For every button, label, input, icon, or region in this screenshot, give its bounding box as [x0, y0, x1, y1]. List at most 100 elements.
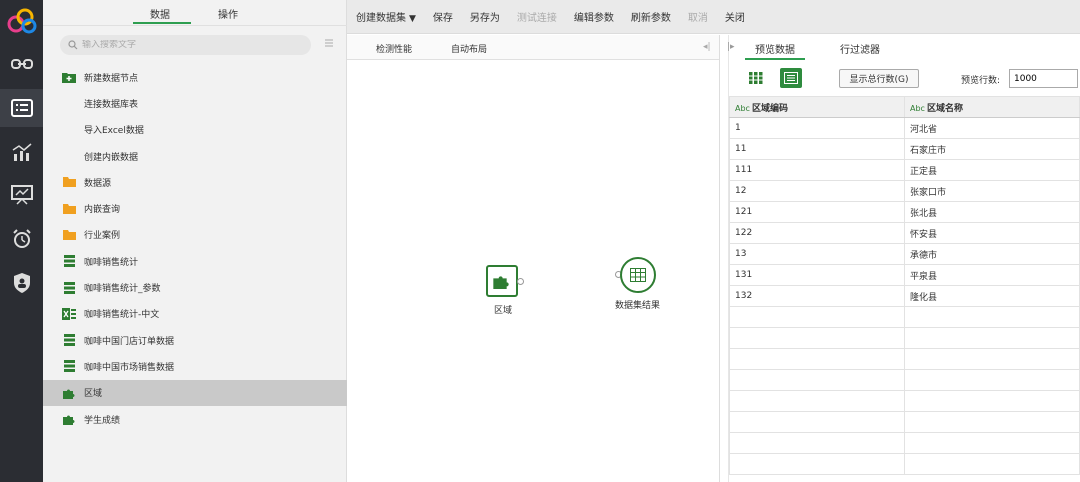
create-dataset-button[interactable]: 创建数据集 ▼ — [356, 9, 416, 24]
table-cell[interactable]: 河北省 — [904, 117, 1080, 139]
expand-icon[interactable]: |▸ — [727, 42, 735, 52]
collapse-icon[interactable]: ◂| — [703, 42, 711, 52]
table-row[interactable]: 131 平泉县 — [729, 264, 1080, 286]
tab-preview-data[interactable]: 预览数据 — [755, 41, 795, 56]
table-cell[interactable]: 1 — [729, 117, 905, 139]
table-cell[interactable]: 正定县 — [904, 159, 1080, 181]
column-header-region-code[interactable]: Abc 区域编码 — [729, 96, 905, 118]
table-cell[interactable]: 11 — [729, 138, 905, 160]
table-row[interactable]: 11 石家庄市 — [729, 138, 1080, 160]
table-cell[interactable]: 111 — [729, 159, 905, 181]
refresh-params-button[interactable]: 刷新参数 — [631, 9, 671, 24]
table-cell[interactable]: 121 — [729, 201, 905, 223]
check-performance-button[interactable]: 检测性能 — [376, 42, 412, 55]
rail-dataset-icon[interactable] — [0, 89, 43, 127]
tree-item-selected[interactable]: 区域 — [43, 379, 347, 406]
show-total-rows-button[interactable]: 显示总行数(G) — [839, 69, 919, 88]
rail-security-icon[interactable] — [0, 264, 43, 302]
table-cell[interactable]: 石家庄市 — [904, 138, 1080, 160]
tree-item-label: 连接数据库表 — [84, 99, 139, 110]
preview-splitter[interactable] — [721, 35, 729, 482]
table-cell[interactable]: 131 — [729, 264, 905, 286]
table-cell[interactable]: 张家口市 — [904, 180, 1080, 202]
tree-item[interactable]: 内嵌查询 — [43, 195, 347, 221]
region-node[interactable] — [486, 265, 518, 297]
result-node[interactable] — [620, 257, 656, 293]
result-node-label: 数据集结果 — [615, 301, 661, 311]
tree-item[interactable]: 咖啡销售统计 — [43, 248, 347, 274]
preview-rows-input[interactable] — [1009, 69, 1078, 88]
table-cell-empty — [729, 411, 905, 433]
test-connection-button[interactable]: 测试连接 — [517, 9, 557, 24]
tree-item[interactable]: 新建数据节点 — [43, 64, 347, 90]
rail-connect-icon[interactable] — [0, 45, 43, 83]
table-cell-empty — [729, 369, 905, 391]
table-row[interactable]: 132 隆化县 — [729, 285, 1080, 307]
tree-item[interactable]: 咖啡中国市场销售数据 — [43, 353, 347, 379]
tree-item[interactable]: 导入Excel数据 — [43, 117, 347, 143]
app-logo-icon[interactable] — [5, 4, 39, 38]
save-button[interactable]: 保存 — [433, 9, 453, 24]
tree-item[interactable]: 行业案例 — [43, 222, 347, 248]
cancel-button[interactable]: 取消 — [688, 9, 708, 24]
search-input[interactable] — [82, 40, 282, 50]
edit-params-button[interactable]: 编辑参数 — [574, 9, 614, 24]
table-cell[interactable]: 平泉县 — [904, 264, 1080, 286]
table-row[interactable]: 121 张北县 — [729, 201, 1080, 223]
menu-icon[interactable] — [325, 38, 333, 48]
tree-item[interactable]: 学生成绩 — [43, 406, 347, 432]
table-cell[interactable]: 13 — [729, 243, 905, 265]
table-cell-empty — [729, 327, 905, 349]
table-row[interactable]: 122 怀安县 — [729, 222, 1080, 244]
table-cell[interactable]: 隆化县 — [904, 285, 1080, 307]
tree-item[interactable]: 咖啡销售统计_参数 — [43, 274, 347, 300]
tree-item[interactable]: 咖啡销售统计-中文 — [43, 301, 347, 327]
rail-dashboard-icon[interactable] — [0, 176, 43, 214]
tab-data[interactable]: 数据 — [150, 6, 170, 21]
tree-item-label: 数据源 — [84, 178, 112, 189]
table-row-empty — [729, 306, 1080, 328]
column-header-region-name[interactable]: Abc 区域名称 — [904, 96, 1080, 118]
rail-alarm-icon[interactable] — [0, 220, 43, 258]
rail-chart-icon[interactable] — [0, 133, 43, 171]
search-box — [60, 35, 311, 55]
folder-icon — [62, 202, 76, 216]
table-cell[interactable]: 12 — [729, 180, 905, 202]
save-as-button[interactable]: 另存为 — [470, 9, 500, 24]
table-cell[interactable]: 张北县 — [904, 201, 1080, 223]
table-row[interactable]: 12 张家口市 — [729, 180, 1080, 202]
tab-underline — [745, 58, 805, 60]
table-cell[interactable]: 122 — [729, 222, 905, 244]
flow-canvas[interactable]: 检测性能 自动布局 ◂| 区域 数据集结果 — [347, 35, 720, 482]
table-cell-empty — [729, 348, 905, 370]
table-row-empty — [729, 411, 1080, 433]
table-row[interactable]: 111 正定县 — [729, 159, 1080, 181]
tab-row-filter[interactable]: 行过滤器 — [840, 41, 880, 56]
tree-item-label: 内嵌查询 — [84, 205, 121, 216]
tree-item[interactable]: 咖啡中国门店订单数据 — [43, 327, 347, 353]
tree-item[interactable]: 数据源 — [43, 169, 347, 195]
table-row[interactable]: 13 承德市 — [729, 243, 1080, 265]
table-cell[interactable]: 怀安县 — [904, 222, 1080, 244]
output-port[interactable] — [517, 278, 524, 285]
list-view-button[interactable] — [780, 68, 802, 88]
table-cell-empty — [729, 453, 905, 475]
folder-icon — [62, 228, 76, 242]
tree-item-label: 学生成绩 — [84, 415, 121, 426]
table-cell-empty — [904, 411, 1080, 433]
table-row[interactable]: 1 河北省 — [729, 117, 1080, 139]
tree-item[interactable]: 创建内嵌数据 — [43, 143, 347, 169]
puzzle-icon — [62, 412, 76, 426]
close-button[interactable]: 关闭 — [725, 9, 745, 24]
tree-item[interactable]: 连接数据库表 — [43, 90, 347, 116]
tree-item-label: 咖啡销售统计_参数 — [84, 284, 161, 295]
table-cell[interactable]: 承德市 — [904, 243, 1080, 265]
tree-item-label: 行业案例 — [84, 231, 121, 242]
tab-operate[interactable]: 操作 — [218, 6, 238, 21]
grid-view-button[interactable] — [745, 68, 767, 88]
table-cell-empty — [904, 453, 1080, 475]
auto-layout-button[interactable]: 自动布局 — [451, 42, 487, 55]
preview-panel: |▸ 预览数据 行过滤器 显示总行数(G) 预览行数: Abc区域编码 Abc区… — [721, 35, 1080, 482]
table-cell[interactable]: 132 — [729, 285, 905, 307]
folder-icon — [62, 175, 76, 189]
